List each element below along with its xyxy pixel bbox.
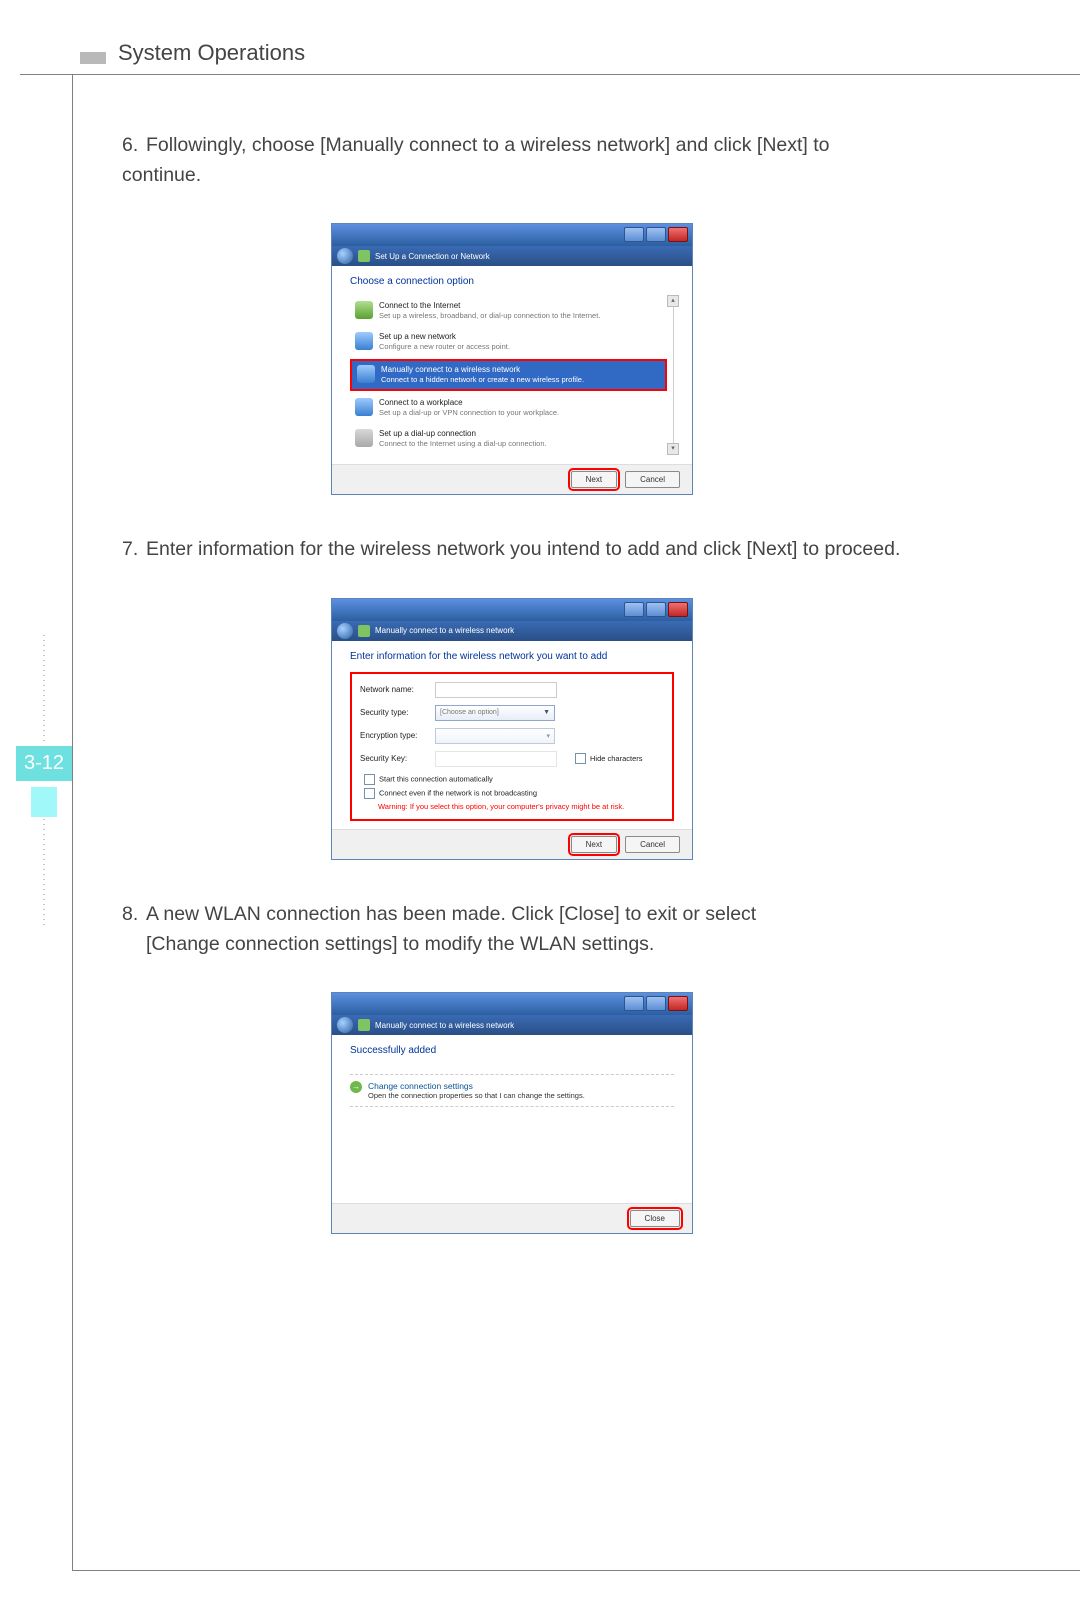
minimize-button[interactable] — [624, 996, 644, 1011]
titlebar[interactable] — [332, 599, 692, 621]
step-text-cont: [Change connection settings] to modify t… — [146, 929, 902, 959]
step-7: 7.Enter information for the wireless net… — [122, 534, 902, 564]
network-icon — [358, 250, 370, 262]
option-subtitle: Set up a dial-up or VPN connection to yo… — [379, 408, 559, 417]
back-icon[interactable] — [337, 623, 353, 639]
option-subtitle: Connect to the Internet using a dial-up … — [379, 439, 547, 448]
label-connect-hidden: Connect even if the network is not broad… — [379, 788, 537, 797]
security-key-input[interactable] — [435, 751, 557, 767]
maximize-button[interactable] — [646, 227, 666, 242]
option-connect-internet[interactable]: Connect to the InternetSet up a wireless… — [350, 297, 667, 325]
titlebar[interactable] — [332, 224, 692, 246]
options-list: ▴ Connect to the InternetSet up a wirele… — [350, 297, 674, 453]
breadcrumb-bar: Manually connect to a wireless network — [332, 621, 692, 641]
dialog-title: Choose a connection option — [350, 276, 674, 287]
option-dialup[interactable]: Set up a dial-up connectionConnect to th… — [350, 425, 667, 453]
step-text: Enter information for the wireless netwo… — [146, 538, 900, 560]
option-title: Manually connect to a wireless network — [381, 365, 520, 374]
label-encryption-type: Encryption type: — [360, 731, 435, 740]
page-header: System Operations — [118, 40, 305, 66]
button-row: Next Cancel — [332, 464, 692, 494]
workplace-icon — [355, 398, 373, 416]
back-icon[interactable] — [337, 1017, 353, 1033]
label-security-type: Security type: — [360, 708, 435, 717]
dialog-manual-connect-form: Manually connect to a wireless network E… — [332, 599, 692, 859]
close-button[interactable]: Close — [630, 1210, 680, 1227]
dialog-set-up-connection: Set Up a Connection or Network Choose a … — [332, 224, 692, 494]
breadcrumb-bar: Set Up a Connection or Network — [332, 246, 692, 266]
breadcrumb-bar: Manually connect to a wireless network — [332, 1015, 692, 1035]
minimize-button[interactable] — [624, 602, 644, 617]
link-title: Change connection settings — [368, 1081, 473, 1091]
step-text: Followingly, choose [Manually connect to… — [122, 134, 830, 186]
step-number: 6. — [122, 130, 146, 160]
breadcrumb-label: Manually connect to a wireless network — [375, 1021, 514, 1030]
step-number: 7. — [122, 534, 146, 564]
globe-icon — [355, 301, 373, 319]
breadcrumb-label: Set Up a Connection or Network — [375, 252, 490, 261]
option-new-network[interactable]: Set up a new networkConfigure a new rout… — [350, 328, 667, 356]
scroll-up-button[interactable]: ▴ — [667, 295, 679, 307]
close-button[interactable] — [668, 996, 688, 1011]
chevron-down-icon: ▾ — [546, 732, 550, 740]
change-connection-settings-link[interactable]: → Change connection settings Open the co… — [350, 1081, 674, 1100]
button-row: Close — [332, 1203, 692, 1233]
option-subtitle: Connect to a hidden network or create a … — [381, 375, 584, 384]
label-hide-characters: Hide characters — [590, 754, 643, 763]
option-subtitle: Set up a wireless, broadband, or dial-up… — [379, 311, 600, 320]
select-placeholder: [Choose an option] — [440, 709, 499, 716]
option-title: Connect to the Internet — [379, 301, 460, 310]
step-number: 8. — [122, 899, 146, 929]
back-icon[interactable] — [337, 248, 353, 264]
page-number-sidebar: 3-12 — [16, 633, 72, 927]
chevron-down-icon: ▼ — [543, 709, 550, 716]
next-button[interactable]: Next — [571, 836, 617, 853]
header-accent — [80, 52, 106, 64]
dialog-title: Successfully added — [350, 1045, 674, 1056]
step-8: 8.A new WLAN connection has been made. C… — [122, 899, 902, 959]
next-button[interactable]: Next — [571, 471, 617, 488]
form-highlight-box: Network name: Security type:[Choose an o… — [350, 672, 674, 821]
maximize-button[interactable] — [646, 996, 666, 1011]
encryption-type-select[interactable]: ▾ — [435, 728, 555, 744]
auto-connect-checkbox[interactable] — [364, 774, 375, 785]
arrow-icon: → — [350, 1081, 362, 1093]
step-text: A new WLAN connection has been made. Cli… — [146, 903, 756, 925]
link-subtitle: Open the connection properties so that I… — [368, 1091, 585, 1100]
dialog-success: Manually connect to a wireless network S… — [332, 993, 692, 1233]
button-row: Next Cancel — [332, 829, 692, 859]
warning-text: Warning: If you select this option, your… — [378, 802, 664, 811]
dialog-title: Enter information for the wireless netwo… — [350, 651, 674, 662]
network-icon — [358, 625, 370, 637]
option-workplace[interactable]: Connect to a workplaceSet up a dial-up o… — [350, 394, 667, 422]
connect-hidden-checkbox[interactable] — [364, 788, 375, 799]
hide-characters-checkbox[interactable] — [575, 753, 586, 764]
label-network-name: Network name: — [360, 685, 435, 694]
page-number: 3-12 — [16, 746, 72, 781]
breadcrumb-label: Manually connect to a wireless network — [375, 626, 514, 635]
network-icon — [358, 1019, 370, 1031]
label-auto-connect: Start this connection automatically — [379, 774, 493, 783]
titlebar[interactable] — [332, 993, 692, 1015]
option-title: Connect to a workplace — [379, 398, 463, 407]
option-manual-wireless[interactable]: Manually connect to a wireless networkCo… — [350, 359, 667, 391]
close-button[interactable] — [668, 227, 688, 242]
cancel-button[interactable]: Cancel — [625, 836, 680, 853]
dialup-icon — [355, 429, 373, 447]
maximize-button[interactable] — [646, 602, 666, 617]
security-type-select[interactable]: [Choose an option] ▼ — [435, 705, 555, 721]
cancel-button[interactable]: Cancel — [625, 471, 680, 488]
option-title: Set up a new network — [379, 332, 456, 341]
network-name-input[interactable] — [435, 682, 557, 698]
minimize-button[interactable] — [624, 227, 644, 242]
wireless-icon — [357, 365, 375, 383]
option-title: Set up a dial-up connection — [379, 429, 476, 438]
step-6: 6.Followingly, choose [Manually connect … — [122, 130, 902, 190]
scroll-down-button[interactable]: ▾ — [667, 443, 679, 455]
label-security-key: Security Key: — [360, 754, 435, 763]
close-button[interactable] — [668, 602, 688, 617]
router-icon — [355, 332, 373, 350]
option-subtitle: Configure a new router or access point. — [379, 342, 510, 351]
